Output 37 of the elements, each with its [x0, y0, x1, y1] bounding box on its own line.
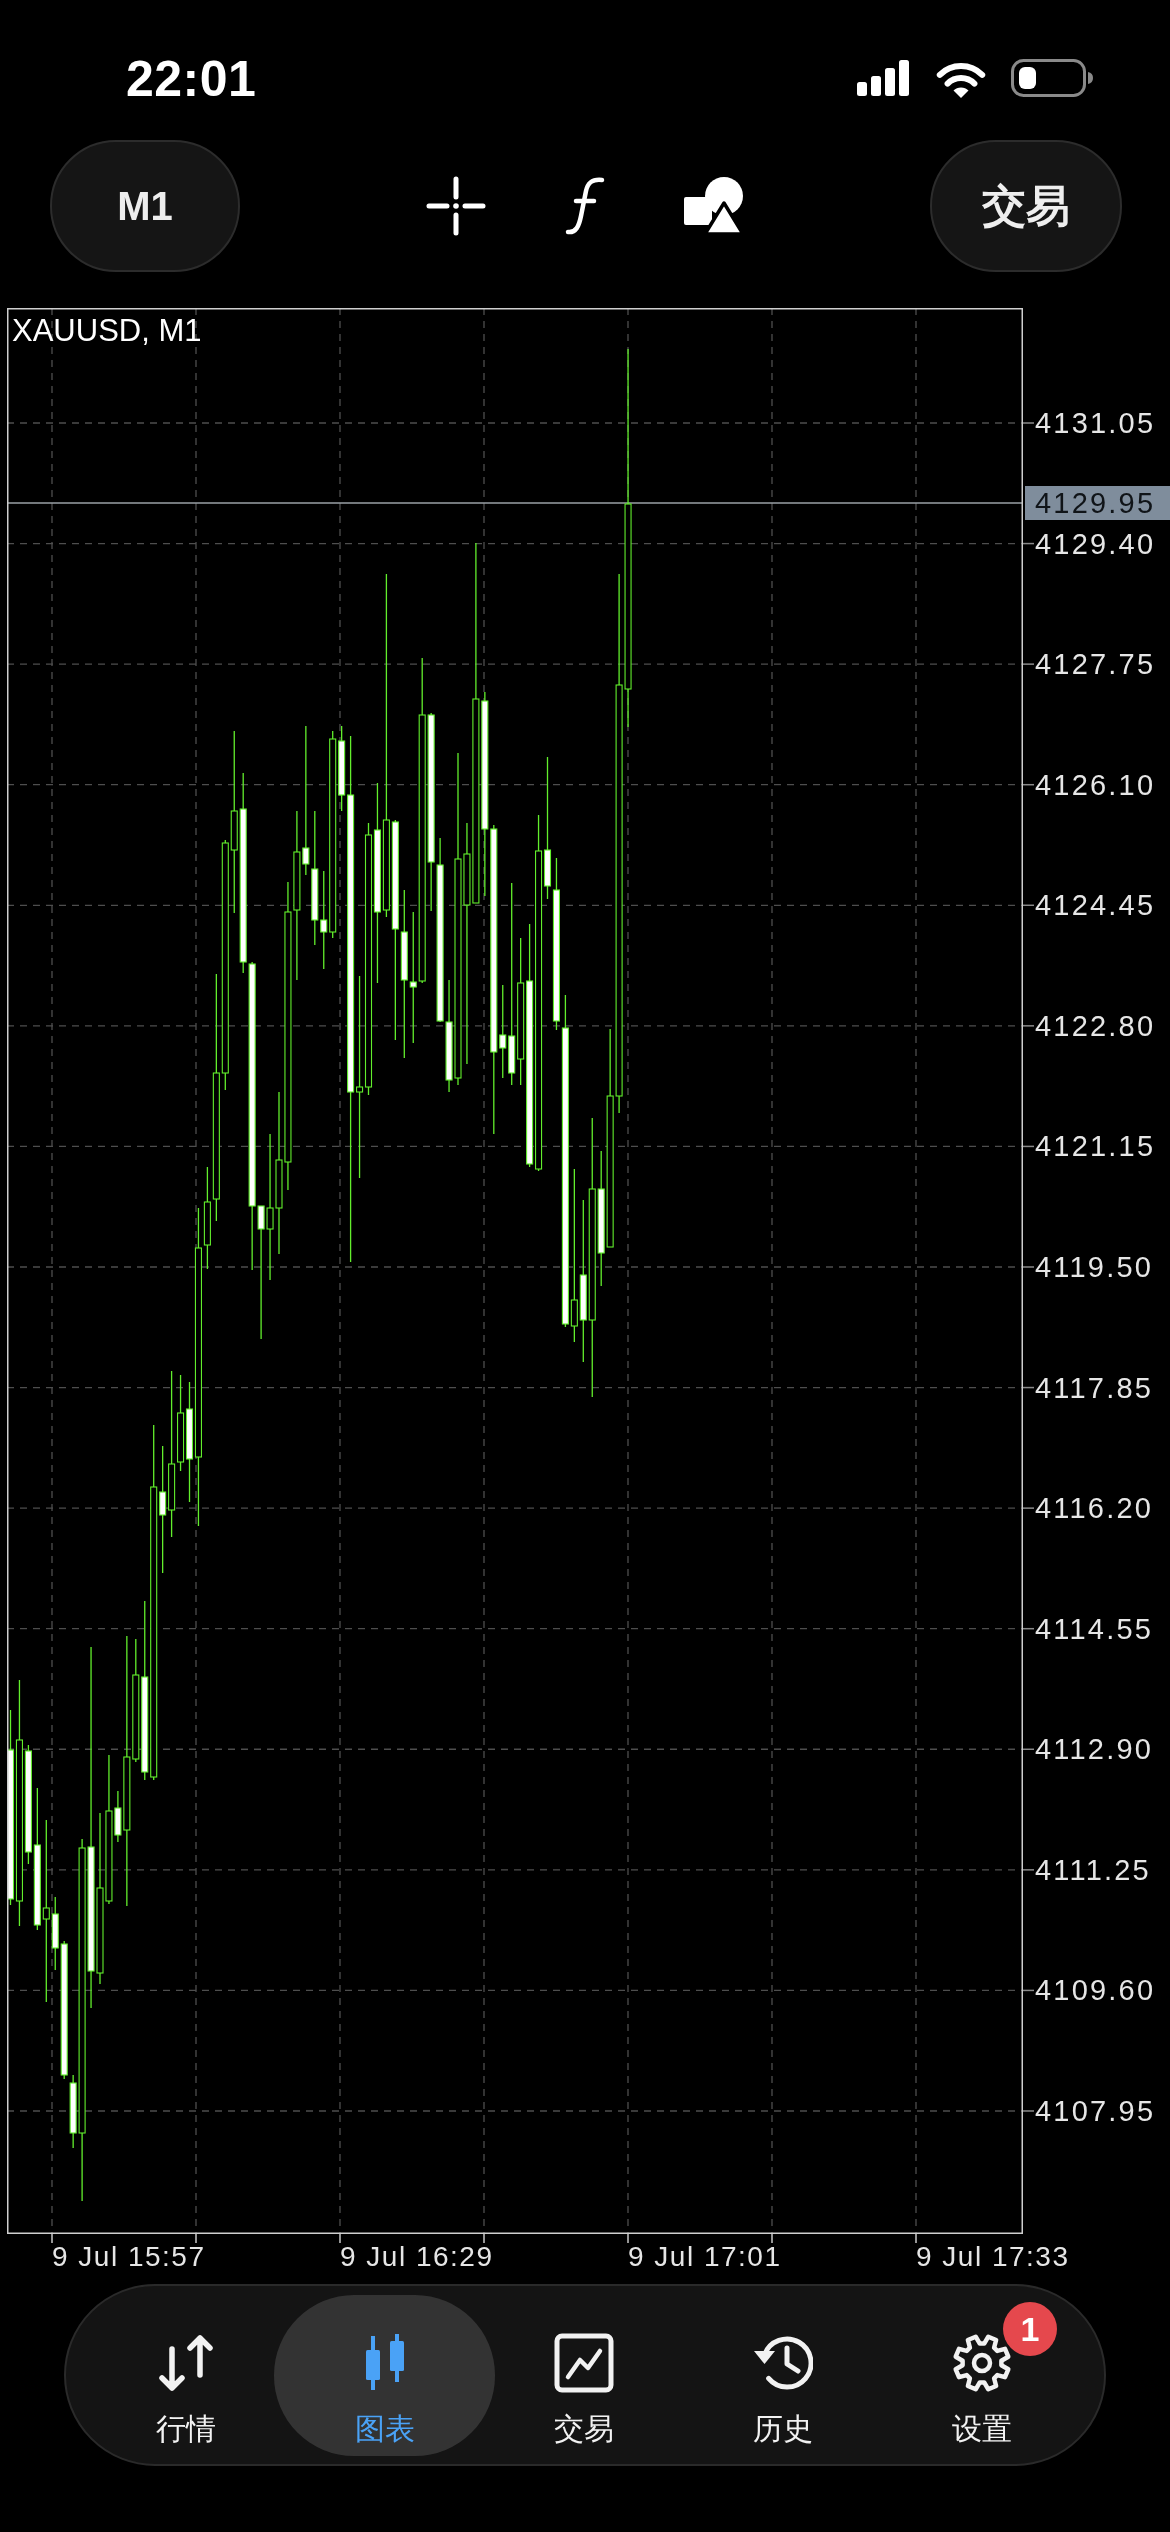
tab-button[interactable]: 设置 1 — [893, 2294, 1070, 2456]
price-label: 4107.95 — [1035, 2094, 1156, 2129]
time-label: 9 Jul 15:57 — [52, 2240, 206, 2274]
shapes-icon[interactable] — [684, 177, 744, 235]
battery-icon — [1011, 59, 1093, 97]
price-label: 4124.45 — [1035, 888, 1156, 924]
time-label: 9 Jul 16:29 — [340, 2240, 494, 2274]
notification-badge: 1 — [1003, 2301, 1057, 2356]
time-label: 9 Jul 17:33 — [916, 2240, 1070, 2274]
price-label: 4116.20 — [1035, 1491, 1154, 1527]
price-label: 4131.05 — [1035, 406, 1156, 441]
settings-icon — [951, 2333, 1012, 2393]
price-label: 4127.75 — [1035, 647, 1156, 683]
price-label: 4122.80 — [1035, 1008, 1156, 1044]
trade-button[interactable]: 交易 — [930, 140, 1122, 272]
status-time: 22:01 — [126, 54, 257, 104]
current-price-label: 4129.95 — [1025, 486, 1170, 520]
price-label: 4111.25 — [1035, 1852, 1151, 1888]
chart-title: XAUUSD, M1 — [12, 312, 202, 350]
price-label: 4109.60 — [1035, 1973, 1156, 2009]
tab-button[interactable]: 交易 — [495, 2294, 672, 2456]
price-label: 4129.40 — [1035, 526, 1156, 562]
price-label: 4117.85 — [1035, 1370, 1154, 1406]
tab-button[interactable]: 行情 — [97, 2294, 274, 2456]
price-label: 4119.50 — [1035, 1250, 1154, 1285]
price-label: 4121.15 — [1035, 1129, 1156, 1165]
timeframe-button[interactable]: M1 — [50, 140, 240, 272]
price-label: 4126.10 — [1035, 767, 1156, 803]
tab-button[interactable]: 历史 — [694, 2294, 871, 2456]
price-label: 4114.55 — [1035, 1611, 1154, 1647]
line-chart-icon — [553, 2333, 614, 2393]
signal-icon — [857, 60, 911, 96]
price-label: 4112.90 — [1035, 1732, 1154, 1768]
function-icon[interactable] — [565, 176, 605, 236]
crosshair-icon[interactable] — [426, 176, 486, 236]
time-label: 9 Jul 17:01 — [628, 2240, 782, 2274]
tab-button[interactable]: 图表 — [274, 2294, 495, 2456]
